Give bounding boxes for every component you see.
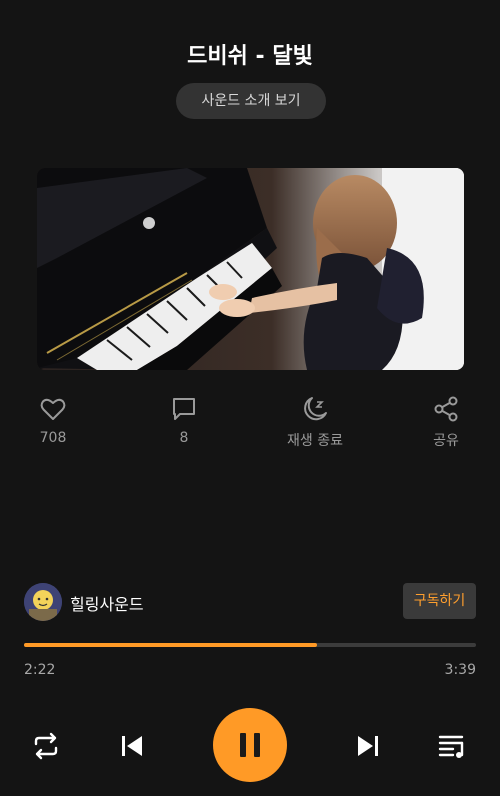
video-thumbnail[interactable] [37,168,464,370]
share-label: 공유 [433,433,459,449]
sleep-timer-button[interactable]: 재생 종료 [265,394,365,450]
share-button[interactable]: 공유 [396,394,496,450]
channel-name[interactable]: 힐링사운드 [70,591,144,615]
piano-performance-image [37,168,464,370]
action-bar: 708 8 재생 종료 공유 [0,394,500,454]
progress-bar[interactable] [24,643,476,647]
moon-zz-icon [304,397,327,421]
skip-next-icon[interactable] [352,730,384,762]
channel-avatar[interactable] [24,583,62,621]
current-time: 2:22 [24,662,56,678]
repeat-icon[interactable] [30,730,62,762]
progress-fill [24,643,317,647]
like-count: 708 [39,430,67,446]
comment-count: 8 [179,430,189,446]
comment-icon [173,398,195,420]
playback-controls [0,708,500,784]
channel-avatar-image [24,583,62,621]
subscribe-button[interactable]: 구독하기 [403,583,476,619]
channel-row: 힐링사운드 구독하기 [24,582,476,622]
share-icon [434,396,458,422]
total-time: 3:39 [444,662,476,678]
track-title: 드비쉬 - 달빛 [187,44,313,69]
sound-intro-button[interactable]: 사운드 소개 보기 [176,83,326,119]
sleep-timer-label: 재생 종료 [287,433,343,449]
comment-button[interactable]: 8 [134,394,234,446]
skip-previous-icon[interactable] [116,730,148,762]
pause-button[interactable] [213,708,287,782]
pause-icon [240,733,260,757]
heart-icon [40,398,66,420]
playlist-icon[interactable] [437,730,469,762]
like-button[interactable]: 708 [3,394,103,446]
